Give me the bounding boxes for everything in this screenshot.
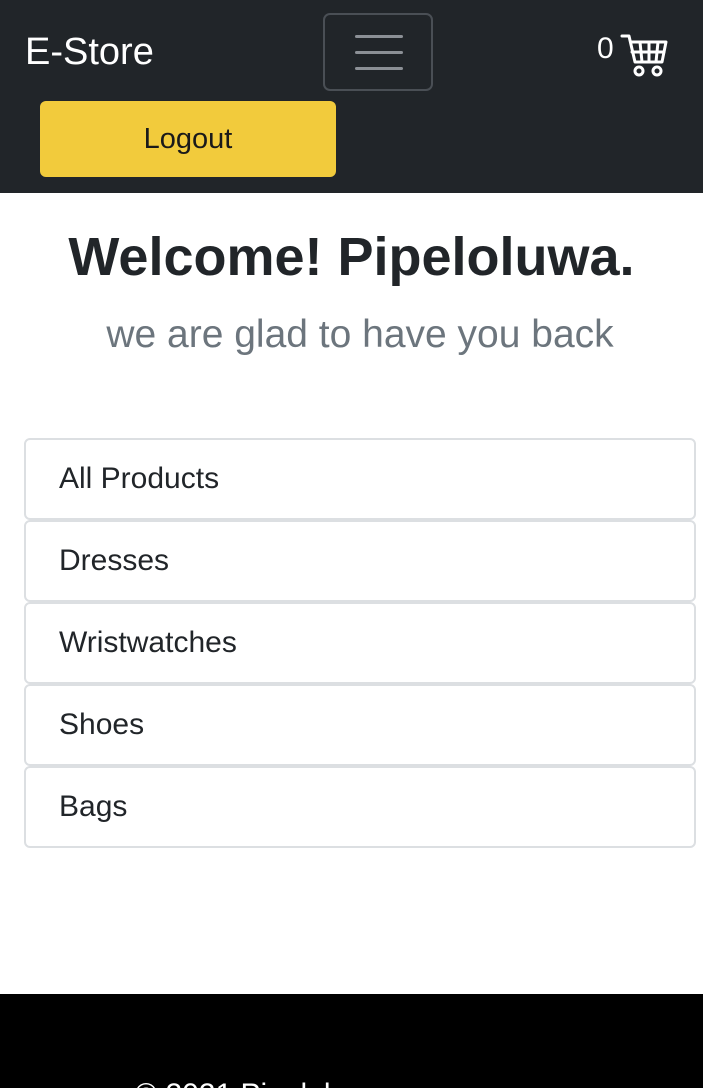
welcome-heading: Welcome! Pipeloluwa. [68,227,635,287]
category-item-wristwatches[interactable]: Wristwatches [24,602,696,684]
footer-copyright: © 2021 Pipeloluwa [135,1078,386,1088]
category-item-shoes[interactable]: Shoes [24,684,696,766]
footer: © 2021 Pipeloluwa [0,994,703,1088]
hamburger-menu-icon [355,35,403,38]
hamburger-menu-icon-bar [355,51,403,54]
category-item-all-products[interactable]: All Products [24,438,696,520]
cart-link[interactable]: 0 [597,32,668,78]
welcome-subtitle: we are glad to have you back [106,313,614,356]
category-list: All Products Dresses Wristwatches Shoes … [24,438,696,848]
navbar: E-Store 0 Logout [0,0,703,193]
category-item-dresses[interactable]: Dresses [24,520,696,602]
hamburger-menu-icon-bar [355,67,403,70]
shopping-cart-icon [620,34,668,77]
cart-count: 0 [597,32,614,65]
brand-link[interactable]: E-Store [25,30,154,74]
menu-toggle-button[interactable] [323,13,433,91]
logout-button[interactable]: Logout [40,101,336,177]
category-item-bags[interactable]: Bags [24,766,696,848]
